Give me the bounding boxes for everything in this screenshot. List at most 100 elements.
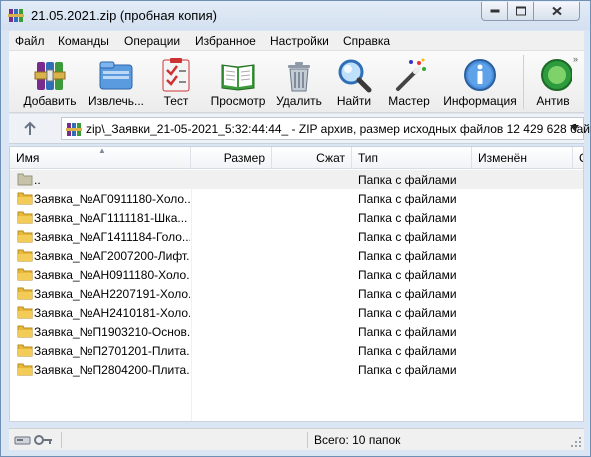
trash-icon (288, 62, 310, 92)
close-icon (551, 6, 562, 16)
view-button[interactable]: Просмотр (206, 53, 270, 111)
list-item[interactable]: Заявка_№АН2410181-Холо... Папка с файлам… (10, 303, 583, 322)
zip-archive-icon (66, 123, 82, 136)
folder-icon (17, 211, 33, 224)
winrar-logo-icon (8, 9, 24, 22)
drive-and-key-icon[interactable] (14, 433, 54, 447)
list-item[interactable]: Заявка_№АГ0911180-Холо... Папка с файлам… (10, 189, 583, 208)
info-button-label: Информация (443, 94, 517, 108)
view-button-label: Просмотр (210, 94, 266, 108)
winrar-window: 21.05.2021.zip (пробная копия) Файл Кома… (0, 0, 591, 457)
column-packed[interactable]: Сжат (272, 147, 352, 169)
column-header-row: Имя ▲ Размер Сжат Тип Изменён С (10, 147, 583, 169)
file-name: Заявка_№П1903210-Основ... (34, 325, 190, 339)
folder-icon (17, 192, 33, 205)
list-item-parent[interactable]: .. Папка с файлами (10, 170, 583, 189)
list-item[interactable]: Заявка_№АГ1411184-Голо... Папка с файлам… (10, 227, 583, 246)
file-type: Папка с файлами (358, 211, 457, 225)
antivirus-button[interactable]: Антив (529, 53, 577, 111)
folder-icon (17, 249, 33, 262)
list-item[interactable]: Заявка_№П2804200-Плита... Папка с файлам… (10, 360, 583, 379)
info-button[interactable]: Информация (440, 53, 520, 111)
wizard-button-label: Мастер (388, 94, 430, 108)
folder-icon (17, 306, 33, 319)
archive-path-field[interactable]: zip\_Заявки_21-05-2021_5:32:44:44_ - ZIP… (61, 117, 590, 140)
wizard-button[interactable]: Мастер (382, 53, 436, 111)
menu-favorites[interactable]: Избранное (195, 34, 256, 48)
column-type[interactable]: Тип (352, 147, 472, 169)
folder-icon (17, 344, 33, 357)
column-modified[interactable]: Изменён (472, 147, 573, 169)
title-bar[interactable]: 21.05.2021.zip (пробная копия) (1, 1, 590, 30)
view-book-icon (221, 64, 255, 91)
status-separator (61, 432, 62, 448)
window-title: 21.05.2021.zip (пробная копия) (31, 8, 217, 23)
antivirus-icon (541, 59, 572, 91)
file-type: Папка с файлами (358, 306, 457, 320)
up-arrow-icon[interactable] (22, 121, 38, 137)
wizard-wand-icon (396, 58, 426, 91)
add-button[interactable]: Добавить (19, 53, 81, 111)
file-name: Заявка_№АН0911180-Холо... (34, 268, 190, 282)
list-item[interactable]: Заявка_№АН0911180-Холо... Папка с файлам… (10, 265, 583, 284)
folder-icon (17, 230, 33, 243)
file-type: Папка с файлами (358, 230, 457, 244)
file-list[interactable]: Имя ▲ Размер Сжат Тип Изменён С .. Папка… (9, 146, 584, 422)
find-button[interactable]: Найти (330, 53, 378, 111)
file-type: Папка с файлами (358, 363, 457, 377)
menu-help[interactable]: Справка (343, 34, 390, 48)
file-name: Заявка_№АН2410181-Холо... (34, 306, 190, 320)
address-bar: zip\_Заявки_21-05-2021_5:32:44:44_ - ZIP… (9, 114, 590, 144)
magnifier-icon (338, 59, 372, 93)
delete-button[interactable]: Удалить (272, 53, 326, 111)
list-item[interactable]: Заявка_№АГ1111181-Шка... Папка с файлами (10, 208, 583, 227)
antivirus-button-label: Антив (536, 94, 570, 108)
folder-icon (17, 325, 33, 338)
file-type: Папка с файлами (358, 249, 457, 263)
extract-button[interactable]: Извлечь... (84, 53, 148, 111)
list-item[interactable]: Заявка_№П2701201-Плита... Папка с файлам… (10, 341, 583, 360)
status-bar: Всего: 10 папок (9, 428, 584, 450)
dropdown-arrow-icon[interactable] (570, 125, 579, 131)
column-size-label: Размер (223, 151, 265, 165)
file-name: Заявка_№АН2207191-Холо... (34, 287, 190, 301)
file-name: .. (34, 173, 41, 187)
column-name-label: Имя (16, 151, 40, 165)
file-name: Заявка_№П2804200-Плита... (34, 363, 190, 377)
list-item[interactable]: Заявка_№П1903210-Основ... Папка с файлам… (10, 322, 583, 341)
column-crc[interactable]: С (573, 147, 583, 169)
column-packed-label: Сжат (316, 151, 345, 165)
file-type: Папка с файлами (358, 325, 457, 339)
parent-folder-icon (17, 173, 33, 186)
toolbar-separator (523, 55, 524, 109)
menu-operations[interactable]: Операции (124, 34, 180, 48)
toolbar-overflow-icon[interactable]: » (573, 54, 578, 64)
toolbar: Добавить Извлечь... Тест Просмотр Удалит… (9, 51, 584, 113)
test-button-label: Тест (163, 94, 189, 108)
minimize-button[interactable] (481, 2, 508, 21)
status-summary: Всего: 10 папок (314, 433, 401, 447)
resize-grip-icon[interactable] (571, 437, 582, 448)
test-button[interactable]: Тест (150, 53, 202, 111)
menu-commands[interactable]: Команды (58, 34, 109, 48)
list-item[interactable]: Заявка_№АН2207191-Холо... Папка с файлам… (10, 284, 583, 303)
file-type: Папка с файлами (358, 344, 457, 358)
column-modified-label: Изменён (478, 151, 527, 165)
menu-bar: Файл Команды Операции Избранное Настройк… (9, 31, 584, 51)
extract-icon (99, 61, 133, 90)
column-size[interactable]: Размер (191, 147, 272, 169)
menu-settings[interactable]: Настройки (270, 34, 329, 48)
maximize-button[interactable] (507, 2, 534, 21)
add-archive-icon (34, 62, 66, 90)
add-button-label: Добавить (23, 94, 77, 108)
file-name: Заявка_№АГ1111181-Шка... (34, 211, 188, 225)
folder-icon (17, 287, 33, 300)
folder-icon (17, 363, 33, 376)
column-name[interactable]: Имя ▲ (10, 147, 191, 169)
list-item[interactable]: Заявка_№АГ2007200-Лифт... Папка с файлам… (10, 246, 583, 265)
file-name: Заявка_№АГ0911180-Холо... (34, 192, 190, 206)
menu-file[interactable]: Файл (15, 34, 45, 48)
archive-path-text: zip\_Заявки_21-05-2021_5:32:44:44_ - ZIP… (86, 122, 591, 136)
folder-icon (17, 268, 33, 281)
close-button[interactable] (533, 2, 580, 21)
